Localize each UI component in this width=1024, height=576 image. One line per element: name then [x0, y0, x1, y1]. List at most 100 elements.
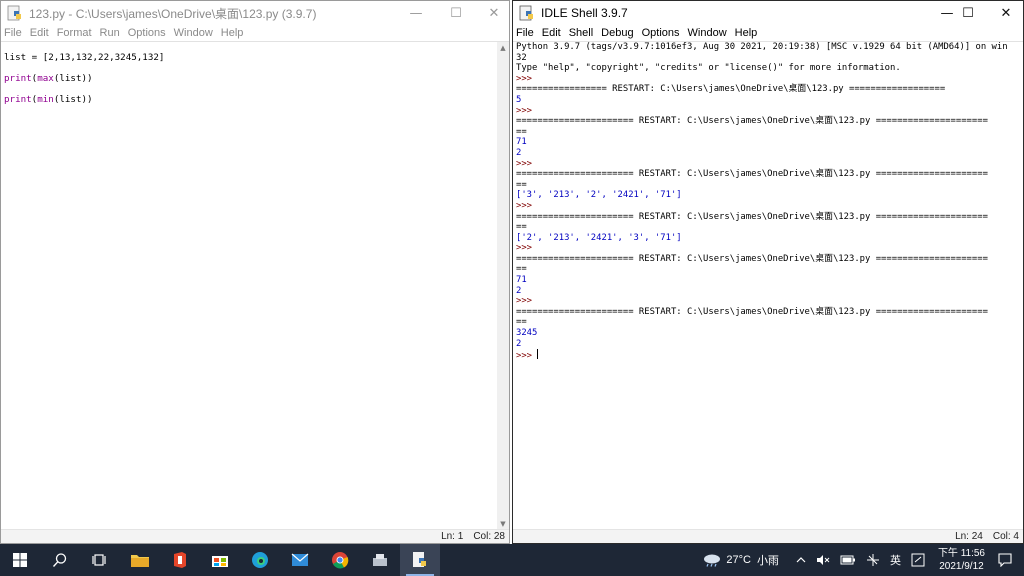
menu-file[interactable]: File — [516, 27, 534, 39]
shell-text-line: == — [516, 317, 1008, 328]
volume-button[interactable] — [816, 554, 830, 566]
shell-text-line: == — [516, 264, 1008, 275]
menu-format[interactable]: Format — [57, 27, 92, 39]
search-button[interactable] — [40, 544, 80, 576]
clock-time: 下午 11:56 — [937, 548, 985, 559]
shell-output-line: 2 — [516, 148, 1008, 159]
weather-description: 小雨 — [756, 555, 779, 567]
notification-center-button[interactable] — [998, 553, 1012, 567]
code-text: (list)) — [53, 72, 93, 84]
ime-mode-button[interactable]: 英 — [890, 552, 901, 568]
store-button[interactable] — [200, 544, 240, 576]
menu-window[interactable]: Window — [174, 27, 213, 39]
shell-line-text: == — [516, 317, 527, 328]
ime-pad-button[interactable] — [911, 553, 925, 567]
editor-titlebar[interactable]: 123.py - C:\Users\james\OneDrive\桌面\123.… — [1, 1, 509, 25]
battery-button[interactable] — [840, 555, 856, 565]
shell-text-line: ====================== RESTART: C:\Users… — [516, 169, 1008, 180]
line-indicator: Ln: 1 — [441, 531, 464, 542]
shell-line-text: >>> — [516, 200, 538, 211]
code-line: list = [2,13,132,22,3245,132] — [4, 52, 164, 64]
folder-icon — [131, 555, 149, 567]
menu-options[interactable]: Options — [642, 27, 680, 39]
shell-window[interactable]: IDLE Shell 3.9.7 — ☐ ✕ File Edit Shell D… — [512, 0, 1024, 544]
shell-prompt-line: >>> — [516, 349, 1008, 362]
shell-text-area[interactable]: Python 3.9.7 (tags/v3.9.7:1016ef3, Aug 3… — [513, 42, 1008, 362]
editor-window[interactable]: 123.py - C:\Users\james\OneDrive\桌面\123.… — [0, 0, 510, 544]
shell-line-text: ================= RESTART: C:\Users\jame… — [516, 84, 946, 95]
shell-prompt-line: >>> — [516, 201, 1008, 212]
menu-file[interactable]: File — [4, 27, 22, 39]
close-button[interactable]: ✕ — [475, 1, 509, 25]
code-line: print(max(list)) — [4, 72, 164, 85]
column-indicator: Col: 28 — [473, 531, 505, 542]
battery-icon — [840, 555, 855, 565]
shell-prompt-line: >>> — [516, 74, 1008, 85]
menu-options[interactable]: Options — [128, 27, 166, 39]
menu-window[interactable]: Window — [688, 27, 727, 39]
menu-shell[interactable]: Shell — [569, 27, 593, 39]
shell-output-line: 71 — [516, 275, 1008, 286]
vertical-scrollbar[interactable]: ▲ ▼ — [497, 42, 509, 530]
code-line: print(min(list)) — [4, 94, 164, 106]
shell-line-text: ====================== RESTART: C:\Users… — [516, 169, 988, 180]
edge-button[interactable] — [240, 544, 280, 576]
menu-run[interactable]: Run — [100, 27, 120, 39]
minimize-button[interactable]: — — [397, 1, 435, 25]
weather-temperature: 27°C — [726, 554, 751, 566]
idle-taskbar-button[interactable] — [400, 544, 440, 576]
office-button[interactable] — [160, 544, 200, 576]
shell-line-text: == — [516, 264, 527, 275]
shell-line-text: Type "help", "copyright", "credits" or "… — [516, 63, 901, 74]
package-icon — [373, 554, 387, 566]
chrome-button[interactable] — [320, 544, 360, 576]
shell-line-text: >>> — [516, 105, 538, 116]
shell-prompt-line: >>> — [516, 243, 1008, 254]
shell-line-text: ====================== RESTART: C:\Users… — [516, 116, 988, 127]
editor-text-area[interactable]: list = [2,13,132,22,3245,132] print(max(… — [1, 42, 164, 127]
app-button[interactable] — [360, 544, 400, 576]
notification-icon — [998, 553, 1012, 567]
menu-help[interactable]: Help — [221, 27, 244, 39]
menu-edit[interactable]: Edit — [30, 27, 49, 39]
shell-text-line: == — [516, 127, 1008, 138]
edge-browser-icon — [252, 552, 268, 568]
shell-output-line: 3245 — [516, 328, 1008, 339]
start-button[interactable] — [0, 544, 40, 576]
shell-line-text: 71 — [516, 137, 527, 148]
shell-line-text: 2 — [516, 338, 522, 349]
task-view-button[interactable] — [80, 544, 120, 576]
weather-widget[interactable]: 27°C 小雨 — [702, 552, 779, 568]
editor-statusbar: Ln: 1 Col: 28 — [1, 529, 509, 543]
menu-help[interactable]: Help — [735, 27, 758, 39]
shell-output-line: ['2', '213', '2421', '3', '71'] — [516, 233, 1008, 244]
task-view-icon — [92, 554, 106, 566]
chrome-icon — [332, 552, 349, 569]
shell-line-text: ['3', '213', '2', '2421', '71'] — [516, 190, 682, 201]
volume-muted-icon — [816, 555, 830, 565]
shell-text-line: ====================== RESTART: C:\Users… — [516, 116, 1008, 127]
shell-line-text: >>> — [516, 243, 538, 254]
file-explorer-button[interactable] — [120, 544, 160, 576]
mail-button[interactable] — [280, 544, 320, 576]
network-button[interactable] — [866, 553, 880, 567]
close-button[interactable]: ✕ — [987, 1, 1023, 25]
maximize-button[interactable]: ☐ — [949, 1, 987, 25]
shell-output-line: 5 — [516, 95, 1008, 106]
maximize-button[interactable]: ☐ — [437, 1, 475, 25]
shell-statusbar: Ln: 24 Col: 4 — [513, 529, 1023, 543]
clock[interactable]: 下午 11:56 2021/9/12 — [938, 547, 985, 573]
menu-edit[interactable]: Edit — [542, 27, 561, 39]
shell-line-text: Python 3.9.7 (tags/v3.9.7:1016ef3, Aug 3… — [516, 42, 1008, 52]
menu-debug[interactable]: Debug — [601, 27, 633, 39]
editor-menubar: File Edit Format Run Options Window Help — [1, 25, 509, 41]
shell-output-line: 2 — [516, 286, 1008, 297]
scroll-up-arrow-icon[interactable]: ▲ — [497, 42, 509, 54]
idle-python-icon — [7, 5, 21, 21]
shell-prompt-line: >>> — [516, 159, 1008, 170]
shell-line-text: 71 — [516, 275, 527, 286]
shell-titlebar[interactable]: IDLE Shell 3.9.7 — ☐ ✕ — [513, 1, 1023, 25]
show-hidden-icons-button[interactable] — [796, 556, 806, 564]
shell-prompt-line: >>> — [516, 106, 1008, 117]
shell-menubar: File Edit Shell Debug Options Window Hel… — [513, 25, 1023, 41]
